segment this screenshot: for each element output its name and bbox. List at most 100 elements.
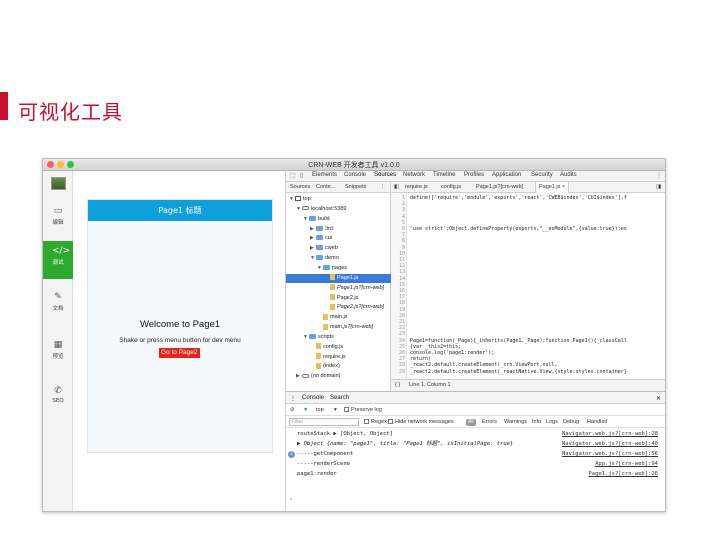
- console-source-link[interactable]: Navigator.web.js?[crn-web]:28: [562, 430, 658, 439]
- sidebar-item-edit[interactable]: ▭ 编辑: [43, 201, 73, 239]
- console-message-text[interactable]: ▶ Object {name: "page1", title: "Page1 标…: [297, 440, 513, 449]
- nav-tab-content-scripts[interactable]: Conte...: [316, 184, 335, 190]
- hide-network-checkbox[interactable]: Hide network messages: [388, 419, 454, 425]
- code-editor[interactable]: 1 2 3 4 5 6 7 8 9 10 11 12 13 14 15 16 17 18 19 20 21 22 23 24 2…: [391, 193, 665, 379]
- level-errors[interactable]: Errors: [482, 419, 497, 425]
- file-icon: [316, 353, 321, 360]
- level-logs[interactable]: Logs: [546, 419, 558, 425]
- tree-item[interactable]: ▼ scripts: [303, 333, 334, 342]
- tab-profiles[interactable]: Profiles: [464, 172, 484, 178]
- editor-tab[interactable]: Page1.js?[crn-web]: [476, 184, 523, 190]
- context-dropdown-icon[interactable]: ▾: [334, 407, 337, 413]
- level-debug[interactable]: Debug: [563, 419, 579, 425]
- tree-item[interactable]: ▼ top: [289, 195, 311, 204]
- tree-item[interactable]: ▶ cui: [310, 234, 332, 243]
- go-to-page2-link[interactable]: Go to Page2: [159, 348, 200, 358]
- console-more-icon[interactable]: ⋮: [290, 395, 296, 402]
- tree-item[interactable]: config.js: [310, 343, 343, 352]
- folder-icon: [316, 255, 323, 261]
- app-window: CRN-WEB 开发者工具 v1.0.0 ▭ 编辑 </> 调试 ✎ 文档 ▦ …: [42, 158, 666, 512]
- pretty-print-icon[interactable]: { }: [395, 380, 400, 391]
- tree-item-label: (index): [323, 363, 340, 370]
- regex-checkbox[interactable]: Regex: [364, 419, 387, 425]
- tab-elements[interactable]: Elements: [312, 172, 337, 178]
- folder-icon: [316, 235, 323, 241]
- more-menu-icon[interactable]: ⋮: [656, 172, 662, 179]
- sidebar-item-preview[interactable]: ▦ 预览: [43, 335, 73, 373]
- edit-icon: ▭: [53, 206, 63, 216]
- editor-tab[interactable]: require.js: [405, 184, 428, 190]
- tab-console[interactable]: Console: [344, 172, 366, 178]
- preserve-log-checkbox[interactable]: Preserve log: [344, 407, 382, 413]
- file-icon: [330, 303, 335, 310]
- tree-item-label: Page1.js: [337, 274, 359, 281]
- console-source-link[interactable]: Navigator.web.js?[crn-web]:56: [562, 450, 658, 459]
- tab-timeline[interactable]: Timeline: [433, 172, 455, 178]
- drawer-tab-search[interactable]: Search: [330, 395, 349, 401]
- tree-item[interactable]: (index): [310, 362, 340, 371]
- tree-item[interactable]: ▶ (no domain): [296, 372, 340, 381]
- close-drawer-icon[interactable]: ✕: [656, 395, 661, 402]
- level-info[interactable]: Info: [532, 419, 541, 425]
- tab-security[interactable]: Security: [531, 172, 553, 178]
- tree-item[interactable]: ▶ cweb: [310, 244, 338, 253]
- simulator-area: Page1 标题 Welcome to Page1 Shake or press…: [73, 171, 285, 511]
- level-warnings[interactable]: Warnings: [504, 419, 527, 425]
- tree-item[interactable]: Page1.js: [286, 273, 391, 283]
- editor-status-bar: { } Line 1, Column 1: [391, 379, 665, 391]
- code-line: define(['require','module','exports','re…: [410, 195, 627, 201]
- tree-item-label: top: [303, 196, 311, 202]
- cursor-position: Line 1, Column 1: [409, 382, 451, 388]
- clear-console-icon[interactable]: ⊘: [290, 407, 295, 413]
- drawer-tab-console[interactable]: Console: [302, 395, 324, 401]
- toggle-debugger-icon[interactable]: ◨: [656, 184, 661, 190]
- device-icon[interactable]: ▯: [300, 172, 303, 179]
- nav-more-icon[interactable]: ⋮: [380, 184, 386, 190]
- console-source-link[interactable]: App.js?[crn-web]:94: [595, 460, 658, 469]
- tree-item[interactable]: ▶ 3rd: [310, 225, 333, 234]
- tree-item-label: 3rd: [325, 225, 333, 232]
- tree-item-label: cweb: [325, 245, 338, 252]
- console-prompt[interactable]: ›: [290, 497, 292, 503]
- toggle-navigator-icon[interactable]: ◧: [394, 184, 399, 190]
- editor-tab[interactable]: config.js: [441, 184, 461, 190]
- level-all[interactable]: All: [466, 419, 476, 426]
- sidebar-item-seo[interactable]: ✆ SEO: [43, 381, 73, 419]
- editor-tab-active[interactable]: Page1.js ×: [535, 182, 570, 193]
- tab-network[interactable]: Network: [403, 172, 425, 178]
- console-message: ▶ Object {name: "page1", title: "Page1 标…: [286, 440, 665, 449]
- tree-item[interactable]: ▼ build: [303, 215, 330, 224]
- nav-tab-snippets[interactable]: Snippets: [345, 184, 366, 190]
- sidebar-item-docs[interactable]: ✎ 文档: [43, 287, 73, 325]
- inspect-icon[interactable]: ⬚: [290, 172, 296, 179]
- tree-item[interactable]: Page1.js?[crn-web]: [324, 284, 384, 293]
- tree-item[interactable]: ▼ pages: [317, 264, 347, 273]
- preserve-log-label: Preserve log: [351, 407, 382, 413]
- tab-application[interactable]: Application: [492, 172, 521, 178]
- sidebar-item-debug[interactable]: </> 调试: [43, 241, 73, 279]
- tree-item[interactable]: main.js: [317, 313, 347, 322]
- console-message-text[interactable]: routeStack ▶ [Object, Object]: [297, 430, 393, 439]
- tree-item[interactable]: main.js?[crn-web]: [317, 323, 373, 332]
- tab-sources[interactable]: Sources: [374, 172, 396, 178]
- filter-icon[interactable]: ▼: [303, 407, 308, 413]
- tree-item[interactable]: require.js: [310, 353, 346, 362]
- tree-item[interactable]: Page2.js?[crn-web]: [324, 303, 384, 312]
- level-handled[interactable]: Handled: [587, 419, 608, 425]
- console-filter-input[interactable]: Filter: [289, 418, 359, 426]
- console-source-link[interactable]: Navigator.web.js?[crn-web]:40: [562, 440, 658, 449]
- console-source-link[interactable]: Page1.js?[crn-web]:26: [588, 470, 658, 479]
- context-select[interactable]: top: [316, 407, 324, 413]
- tab-audits[interactable]: Audits: [560, 172, 577, 178]
- cloud-icon: [302, 373, 309, 378]
- nav-tab-sources[interactable]: Sources: [290, 184, 310, 190]
- tree-item[interactable]: ▼ demo: [310, 254, 339, 263]
- tree-item[interactable]: ▼ localhost:5389: [296, 205, 346, 214]
- qr-code-icon: ▦: [53, 340, 63, 350]
- welcome-text: Welcome to Page1: [139, 319, 221, 330]
- tree-item[interactable]: Page2.js: [324, 294, 358, 303]
- navigator-tabbar: Sources Conte... Snippets ⋮: [286, 182, 390, 193]
- console-toolbar: ⊘ ▼ top ▾ Preserve log: [286, 404, 665, 416]
- sidebar-item-label: 预览: [52, 354, 64, 360]
- project-thumbnail[interactable]: [51, 177, 66, 190]
